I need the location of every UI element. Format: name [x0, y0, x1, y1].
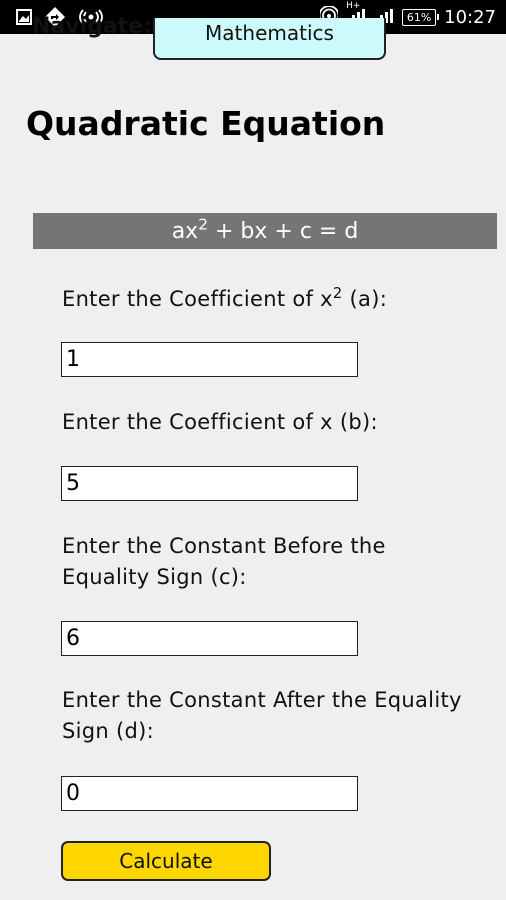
constant-c-input[interactable]	[61, 621, 358, 656]
constant-c-label: Enter the Constant Before the Equality S…	[62, 534, 386, 589]
formula-prefix: ax	[171, 219, 199, 244]
battery-icon: 61%	[402, 9, 440, 26]
coefficient-b-input[interactable]	[61, 466, 358, 501]
clock: 10:27	[444, 7, 496, 28]
coefficient-b-label: Enter the Coefficient of x (b):	[62, 410, 378, 434]
constant-d-input[interactable]	[61, 776, 358, 811]
constant-d-label: Enter the Constant After the Equality Si…	[62, 688, 462, 743]
coefficient-a-label: Enter the Coefficient of x2 (a):	[62, 284, 387, 315]
coefficient-a-label-prefix: Enter the Coefficient of x	[62, 287, 333, 311]
image-icon	[16, 9, 32, 29]
battery-level: 61%	[406, 11, 432, 24]
formula-exponent: 2	[198, 215, 208, 234]
category-dropdown[interactable]: Mathematics	[153, 18, 386, 60]
category-dropdown-value: Mathematics	[205, 21, 334, 45]
formula-suffix: + bx + c = d	[208, 219, 359, 244]
coefficient-a-label-exponent: 2	[332, 284, 343, 302]
navigate-label: Navigate:	[32, 14, 152, 39]
network-type: H+	[346, 1, 361, 11]
formula-banner: ax2 + bx + c = d	[33, 213, 497, 249]
coefficient-a-label-suffix: (a):	[342, 287, 388, 311]
coefficient-a-input[interactable]	[61, 342, 358, 377]
page-title: Quadratic Equation	[26, 104, 386, 143]
calculate-button[interactable]: Calculate	[61, 841, 271, 881]
